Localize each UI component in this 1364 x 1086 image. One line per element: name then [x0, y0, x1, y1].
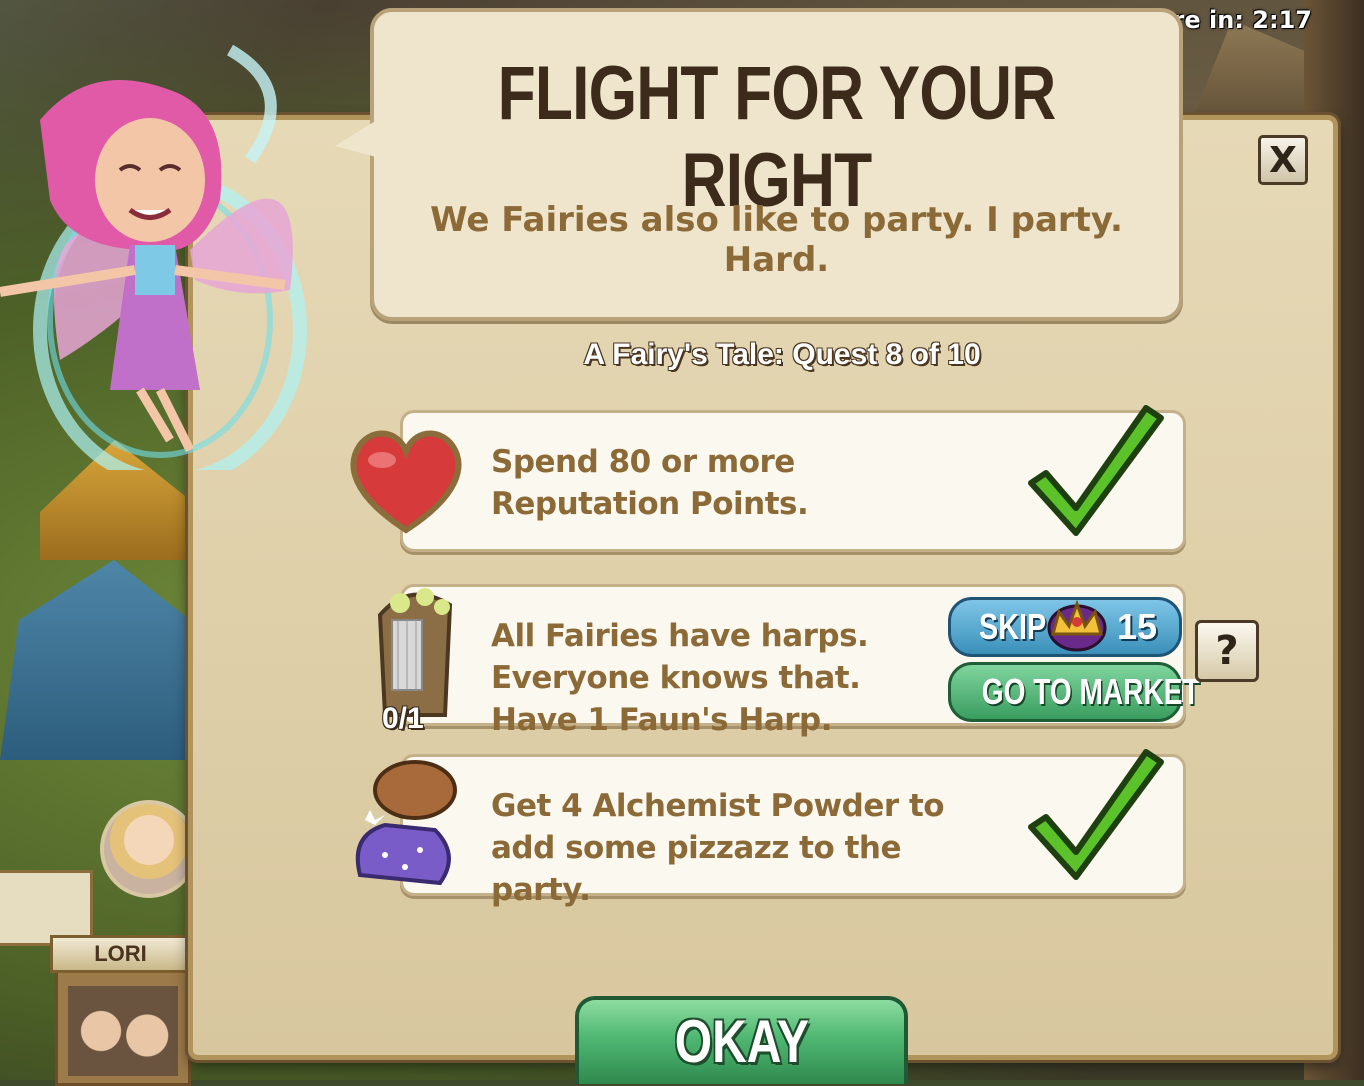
skip-button[interactable]: SKIP 15: [948, 597, 1182, 657]
quest-task-row: Get 4 Alchemist Powder to add some pizza…: [400, 749, 1186, 908]
house-building: [0, 560, 190, 760]
task-progress: 0/1: [382, 702, 424, 735]
friend-photo: [68, 986, 178, 1076]
skip-cost: 15: [1116, 606, 1157, 647]
friend-avatar[interactable]: [100, 800, 198, 898]
checkmark-icon: [1028, 749, 1164, 880]
skip-label: SKIP: [979, 606, 1047, 647]
okay-label: OKAY: [674, 1008, 809, 1075]
quest-title: FLIGHT FOR YOUR RIGHT: [497, 51, 1057, 223]
heart-icon: [350, 430, 462, 534]
close-button[interactable]: X: [1258, 135, 1308, 185]
quest-subtitle: A Fairy's Tale: Quest 8 of 10: [583, 338, 981, 371]
speech-bubble: FLIGHT FOR YOUR RIGHT We Fairies also li…: [370, 8, 1183, 321]
close-icon: X: [1269, 139, 1297, 181]
go-to-market-button[interactable]: GO TO MARKET: [948, 662, 1200, 722]
go-to-market-label: GO TO MARKET: [981, 671, 1200, 712]
task-text: All Fairies have harps. Everyone knows t…: [491, 618, 869, 738]
friend-name-label: LORI: [50, 935, 191, 973]
checkmark-icon: [1028, 405, 1164, 536]
quest-description: We Fairies also like to party. I party. …: [430, 200, 1123, 280]
quest-task-row: Spend 80 or more Reputation Points.: [400, 405, 1186, 552]
fairy-character-icon: [0, 44, 307, 470]
task-text: Get 4 Alchemist Powder to add some pizza…: [491, 788, 945, 908]
okay-button[interactable]: OKAY: [575, 996, 908, 1084]
help-icon: ?: [1215, 628, 1239, 674]
powder-sack-icon: [355, 760, 457, 886]
crown-icon: [1047, 599, 1107, 652]
help-button[interactable]: ?: [1195, 620, 1259, 682]
task-text: Spend 80 or more Reputation Points.: [491, 444, 809, 522]
friend-card[interactable]: [55, 965, 191, 1086]
